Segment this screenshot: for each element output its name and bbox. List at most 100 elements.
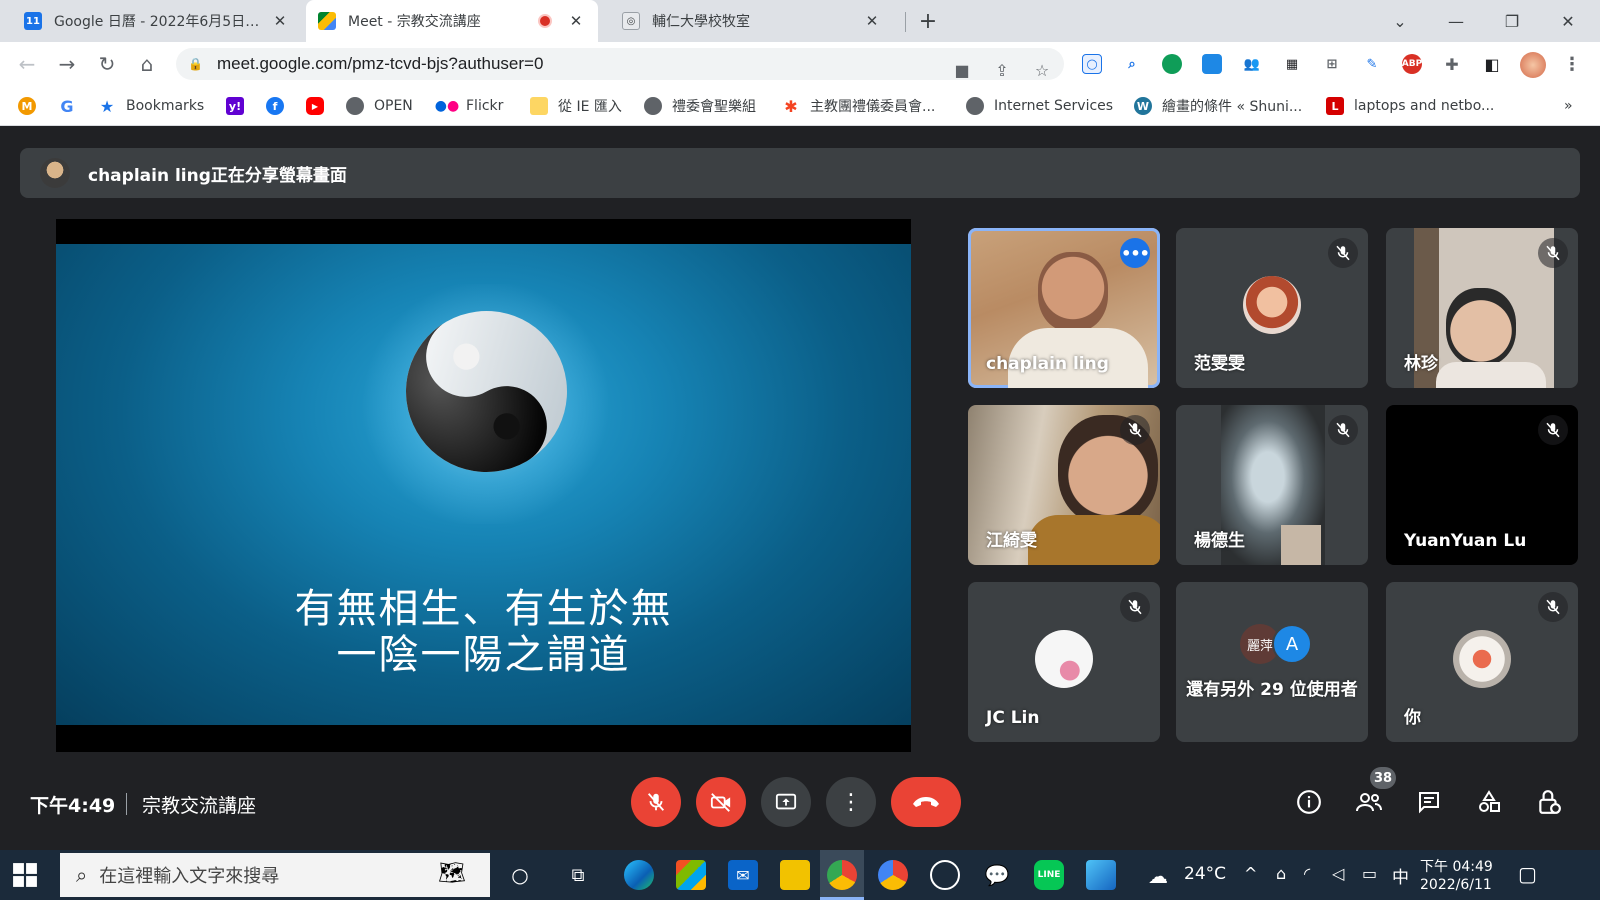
bookmark-youtube[interactable]: ▶ — [306, 95, 334, 117]
bookmark-ie-import[interactable]: 從 IE 匯入 — [530, 95, 622, 117]
participants-button[interactable] — [1352, 785, 1386, 819]
participant-tile-others[interactable]: 麗萍 A 還有另外 29 位使用者 — [1176, 582, 1368, 742]
yin-yang-icon — [406, 311, 567, 472]
more-options-icon[interactable]: ••• — [1120, 238, 1150, 268]
bookmark-liturgy-music[interactable]: 禮委會聖樂組 — [644, 95, 756, 117]
bookmark-bookmarks[interactable]: ★ Bookmarks — [98, 95, 204, 117]
obs-icon[interactable] — [930, 860, 960, 890]
windows-start-icon[interactable] — [12, 862, 38, 888]
participant-tile-you[interactable]: 你 — [1386, 582, 1578, 742]
camera-icon[interactable]: ■ — [952, 60, 972, 80]
task-view-icon[interactable]: ⧉ — [563, 860, 593, 890]
apps-extension-icon[interactable]: ⊞ — [1322, 54, 1342, 74]
more-participants-label: 還有另外 29 位使用者 — [1186, 680, 1358, 700]
ime-indicator[interactable]: 中 — [1392, 863, 1409, 888]
menu-icon[interactable]: ⋮ — [1562, 54, 1582, 75]
feather-extension-icon[interactable]: ✎ — [1362, 54, 1382, 74]
home-button[interactable]: ⌂ — [133, 50, 161, 78]
restore-button[interactable]: ❐ — [1486, 0, 1538, 42]
leave-call-button[interactable] — [891, 777, 961, 827]
participant-video-body — [1028, 515, 1160, 565]
capture-extension-icon[interactable] — [1202, 54, 1222, 74]
line-icon[interactable]: LINE — [1034, 860, 1064, 890]
address-bar[interactable]: 🔒 meet.google.com/pmz-tcvd-bjs?authuser=… — [176, 48, 1064, 80]
side-panel-icon[interactable]: ◧ — [1482, 54, 1502, 74]
close-tab-icon[interactable]: ✕ — [270, 12, 290, 30]
file-explorer-icon[interactable] — [780, 860, 810, 890]
bookmark-yahoo[interactable]: y! — [226, 95, 254, 117]
close-tab-icon[interactable]: ✕ — [862, 12, 882, 30]
mic-toggle-button[interactable] — [631, 777, 681, 827]
meet-now-icon[interactable]: ⌂ — [1276, 864, 1286, 883]
cortana-icon[interactable]: ○ — [505, 860, 535, 890]
slide-text-line-2: 一陰一陽之謂道 — [336, 632, 631, 678]
more-options-button[interactable]: ⋮ — [826, 777, 876, 827]
puzzle-extensions-icon[interactable]: ✚ — [1442, 54, 1462, 74]
close-window-button[interactable]: ✕ — [1542, 0, 1594, 42]
bookmark-liturgy-committee[interactable]: ✱ 主教團禮儀委員會... — [782, 95, 935, 117]
back-button[interactable]: ← — [13, 50, 41, 78]
taskbar-clock-date[interactable]: 2022/6/11 — [1420, 877, 1492, 893]
participant-tile-yang[interactable]: 楊德生 — [1176, 405, 1368, 565]
people-extension-icon[interactable]: 👥 — [1242, 54, 1262, 74]
participant-tile-yuanyuan[interactable]: YuanYuan Lu — [1386, 405, 1578, 565]
participant-tile-chaplain-ling[interactable]: ••• chaplain ling — [968, 228, 1160, 388]
participant-tile-jiang[interactable]: 江綺雯 — [968, 405, 1160, 565]
participant-tile-jc-lin[interactable]: JC Lin — [968, 582, 1160, 742]
bookmark-flickr[interactable]: ● ● Flickr — [435, 95, 504, 117]
screen-share-view[interactable]: 有無相生、有生於無 一陰一陽之謂道 — [56, 219, 911, 752]
taskbar-search-box[interactable]: ⌕ 在這裡輸入文字來搜尋 🗺 — [60, 853, 490, 897]
tab-fju-chaplain[interactable]: ◎ 輔仁大學校牧室 ✕ — [610, 0, 894, 42]
adblock-icon[interactable]: ABP — [1402, 54, 1422, 74]
new-tab-button[interactable]: + — [909, 0, 947, 42]
edge-icon[interactable] — [624, 860, 654, 890]
photos-icon[interactable] — [1086, 860, 1116, 890]
chat-button[interactable] — [1412, 785, 1446, 819]
battery-icon[interactable]: ▭ — [1362, 864, 1377, 883]
participant-tile-fan[interactable]: 范雯雯 — [1176, 228, 1368, 388]
present-now-button[interactable] — [761, 777, 811, 827]
green-extension-icon[interactable] — [1162, 54, 1182, 74]
bookmark-shuni[interactable]: W 繪畫的條件 « Shuni... — [1134, 95, 1302, 117]
minimize-button[interactable]: — — [1430, 0, 1482, 42]
bookmark-star-icon[interactable]: ☆ — [1032, 60, 1052, 80]
bookmark-mail[interactable]: M — [18, 95, 46, 117]
bookmark-google[interactable]: G — [58, 95, 86, 117]
tab-search-icon[interactable]: ⌄ — [1374, 0, 1426, 42]
bookmarks-overflow-button[interactable]: » — [1564, 95, 1573, 117]
meeting-details-button[interactable] — [1292, 785, 1326, 819]
volume-icon[interactable]: ◁ — [1332, 864, 1344, 883]
forward-button[interactable]: → — [53, 50, 81, 78]
mail-app-icon[interactable]: ✉ — [728, 860, 758, 890]
bookmark-open[interactable]: OPEN — [346, 95, 413, 117]
share-icon[interactable]: ⇪ — [992, 60, 1012, 80]
notification-center-icon[interactable]: ▢ — [1518, 862, 1537, 886]
activities-button[interactable] — [1472, 785, 1506, 819]
taskbar-clock-time[interactable]: 下午 04:49 — [1420, 856, 1493, 876]
tab-title: Google 日曆 - 2022年6月5日當週 — [54, 14, 270, 30]
participant-video-face — [1446, 288, 1516, 366]
tab-google-calendar[interactable]: 11 Google 日曆 - 2022年6月5日當週 ✕ — [12, 0, 302, 42]
camera-toggle-button[interactable] — [696, 777, 746, 827]
zoom-extension-icon[interactable]: ⌕ — [1122, 54, 1142, 74]
store-icon[interactable] — [676, 860, 706, 890]
chrome-icon[interactable] — [827, 860, 857, 890]
bookmark-laptops[interactable]: Llaptops and netbo... — [1326, 95, 1494, 117]
bookmark-facebook[interactable]: f — [266, 95, 294, 117]
network-icon[interactable]: ◜ — [1304, 864, 1310, 883]
host-controls-button[interactable] — [1532, 785, 1566, 819]
close-tab-icon[interactable]: ✕ — [566, 12, 586, 30]
tray-overflow-icon[interactable]: ^ — [1244, 864, 1257, 883]
grid-extension-icon[interactable]: ▦ — [1282, 54, 1302, 74]
tab-meet[interactable]: Meet - 宗教交流講座 ✕ — [306, 0, 598, 42]
reload-button[interactable]: ↻ — [93, 50, 121, 78]
profile-avatar[interactable] — [1520, 52, 1546, 78]
chrome-profile-icon[interactable] — [878, 860, 908, 890]
weather-temperature[interactable]: 24°C — [1184, 864, 1226, 884]
wechat-icon[interactable]: 💬 — [982, 860, 1012, 890]
weather-icon[interactable]: ☁ — [1148, 864, 1168, 888]
bookmark-internet-services[interactable]: Internet Services — [966, 95, 1113, 117]
extension-icon[interactable]: ○ — [1082, 54, 1102, 74]
participant-tile-lin-zhen[interactable]: 林珍 — [1386, 228, 1578, 388]
globe-icon — [966, 97, 984, 115]
